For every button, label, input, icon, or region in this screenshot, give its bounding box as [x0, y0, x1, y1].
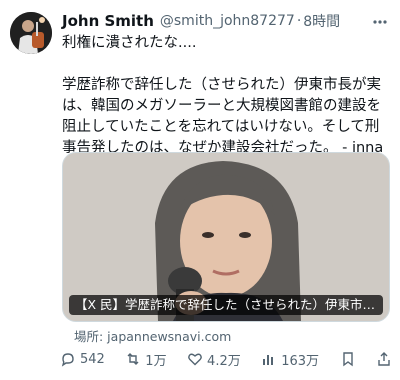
reply-button[interactable]: 542: [60, 351, 105, 367]
reply-count: 542: [80, 351, 105, 367]
like-button[interactable]: 4.2万: [187, 350, 241, 369]
retweet-icon: [127, 353, 139, 365]
views-icon: [263, 355, 274, 365]
bookmark-icon: [342, 352, 353, 367]
separator: ·: [296, 13, 302, 29]
reply-icon: [61, 353, 74, 367]
retweet-count: 1万: [145, 353, 167, 369]
share-button[interactable]: [376, 351, 392, 367]
bookmark-button[interactable]: [340, 351, 356, 367]
more-options-icon[interactable]: [372, 14, 388, 30]
action-bar: 542 1万 4.2万 163万: [60, 348, 392, 370]
avatar[interactable]: [10, 12, 52, 54]
user-handle[interactable]: @smith_john87277: [160, 13, 295, 29]
views-button[interactable]: 163万: [261, 350, 319, 369]
tweet: John Smith @smith_john87277 · 8時間 利権に潰され…: [0, 0, 400, 380]
tweet-header: John Smith @smith_john87277 · 8時間: [62, 10, 388, 32]
like-count: 4.2万: [207, 353, 241, 369]
retweet-button[interactable]: 1万: [125, 350, 167, 369]
avatar-image: [10, 12, 52, 54]
media-caption: 【X 民】学歴詐称で辞任した（させられた）伊東市長…: [69, 295, 383, 315]
display-name[interactable]: John Smith: [62, 12, 154, 30]
media-card[interactable]: 【X 民】学歴詐称で辞任した（させられた）伊東市長…: [62, 152, 390, 322]
view-count: 163万: [281, 353, 320, 369]
heart-icon: [188, 353, 202, 366]
share-icon: [378, 352, 390, 366]
timestamp[interactable]: 8時間: [303, 11, 340, 31]
source-link[interactable]: 場所: japannewsnavi.com: [74, 326, 231, 345]
